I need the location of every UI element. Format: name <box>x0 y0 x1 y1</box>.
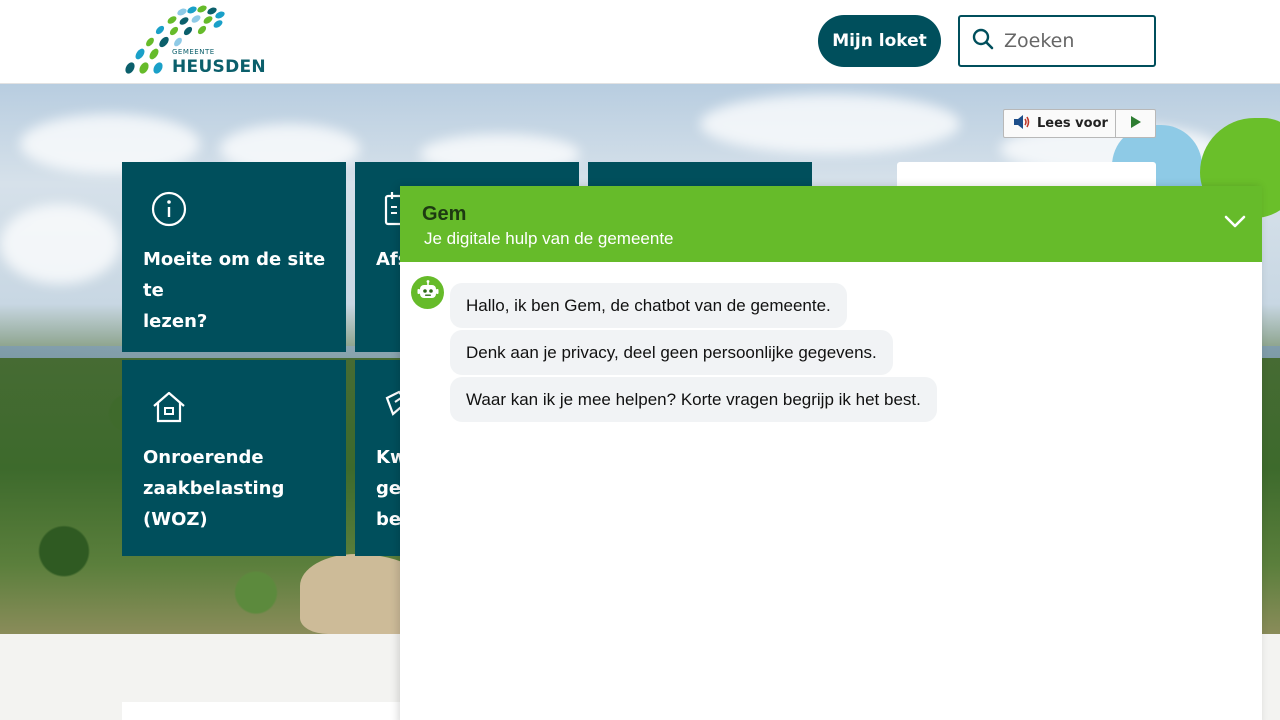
search-input[interactable]: Zoeken <box>958 15 1156 67</box>
robot-icon <box>416 279 440 307</box>
house-icon <box>150 388 188 426</box>
chat-subtitle: Je digitale hulp van de gemeente <box>424 229 674 248</box>
play-button[interactable] <box>1116 110 1155 137</box>
lees-voor-label: Lees voor <box>1037 116 1108 131</box>
chat-message: Denk aan je privacy, deel geen persoonli… <box>450 330 893 375</box>
tile-label: Onroerende zaakbelasting (WOZ) <box>143 447 285 530</box>
site-header: GEMEENTE HEUSDEN Mijn loket Zoeken <box>0 0 1280 84</box>
readspeaker-widget: Lees voor <box>1003 109 1156 138</box>
tile-label: Moeite om de site te lezen? <box>143 249 326 332</box>
search-icon <box>972 28 994 54</box>
chat-header: Gem Je digitale hulp van de gemeente <box>400 186 1262 262</box>
content-card <box>122 702 412 720</box>
chat-message: Waar kan ik je mee helpen? Korte vragen … <box>450 377 937 422</box>
chat-title: Gem <box>422 203 467 225</box>
tile-woz[interactable]: Onroerende zaakbelasting (WOZ) <box>122 360 346 556</box>
chevron-down-icon <box>1223 213 1247 233</box>
mijn-loket-button[interactable]: Mijn loket <box>818 15 941 67</box>
collapse-chat-button[interactable] <box>1220 208 1250 238</box>
info-icon <box>150 190 188 228</box>
bot-avatar <box>411 276 444 309</box>
search-placeholder: Zoeken <box>1004 30 1075 52</box>
play-icon <box>1130 114 1142 133</box>
tile-leesbaarheid[interactable]: Moeite om de site te lezen? <box>122 162 346 352</box>
lees-voor-button[interactable]: Lees voor <box>1004 110 1116 137</box>
chat-message: Hallo, ik ben Gem, de chatbot van de gem… <box>450 283 847 328</box>
chatbot-window: Gem Je digitale hulp van de gemeente Hal… <box>400 186 1262 720</box>
logo-subtitle: GEMEENTE <box>172 48 215 56</box>
logo-name: HEUSDEN <box>172 57 266 77</box>
speaker-icon <box>1012 114 1032 134</box>
